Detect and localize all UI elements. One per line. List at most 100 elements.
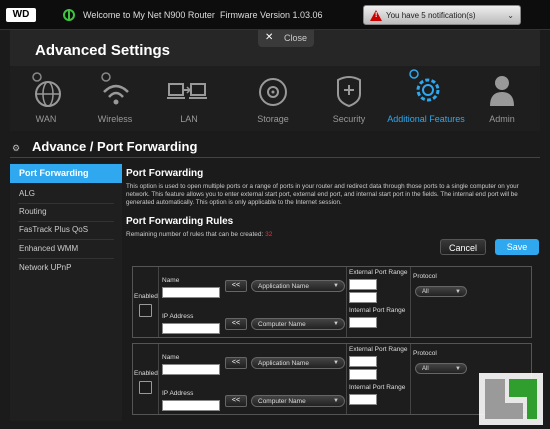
chevron-down-icon: ▼ — [455, 366, 461, 372]
computer-name-select[interactable]: Computer Name ▼ — [251, 395, 345, 407]
section-title: Advance / Port Forwarding — [32, 139, 198, 154]
chevron-down-icon: ▼ — [333, 360, 339, 366]
internal-start-port-field[interactable] — [349, 317, 377, 328]
select-value: Application Name — [258, 283, 309, 290]
nav-wireless[interactable]: Wireless — [79, 66, 151, 131]
sidebar-item-routing[interactable]: Routing — [10, 202, 122, 221]
nav-additional-features[interactable]: Additional Features — [387, 66, 465, 131]
external-end-port-field[interactable] — [349, 292, 377, 303]
select-value: Computer Name — [258, 321, 306, 328]
sidebar: Port Forwarding ALG Routing FasTrack Plu… — [10, 163, 129, 421]
application-name-select[interactable]: Application Name ▼ — [251, 280, 345, 292]
wifi-icon — [101, 72, 129, 105]
external-port-range-label: External Port Range — [349, 269, 408, 276]
ip-address-field[interactable] — [162, 323, 220, 334]
select-value: Computer Name — [258, 398, 306, 405]
nav-label: Wireless — [97, 114, 133, 124]
rule-row: Enabled Name IP Address << Application N… — [132, 343, 532, 415]
globe-icon — [32, 72, 61, 107]
divider — [10, 157, 540, 158]
computer-name-select[interactable]: Computer Name ▼ — [251, 318, 345, 330]
notification-dropdown[interactable]: ! You have 5 notification(s) ⌄ — [363, 5, 521, 25]
nav-admin[interactable]: Admin — [466, 66, 538, 131]
sidebar-item-network-upnp[interactable]: Network UPnP — [10, 258, 122, 277]
nav-lan[interactable]: LAN — [153, 66, 225, 131]
enabled-label: Enabled — [134, 293, 158, 300]
enabled-checkbox[interactable] — [139, 304, 152, 317]
apply-application-button[interactable]: << — [225, 357, 247, 369]
chevron-down-icon: ▼ — [333, 321, 339, 327]
nav-label: Security — [332, 114, 366, 124]
nav-security[interactable]: Security — [313, 66, 385, 131]
protocol-column: Protocol All ▼ — [410, 267, 470, 337]
external-end-port-field[interactable] — [349, 369, 377, 380]
name-label: Name — [162, 354, 180, 361]
settings-gear-icon: ⚙ — [12, 143, 21, 153]
name-field[interactable] — [162, 287, 220, 298]
chevron-down-icon: ⌄ — [507, 11, 514, 20]
protocol-select[interactable]: All ▼ — [415, 286, 467, 297]
apply-computer-button[interactable]: << — [225, 395, 247, 407]
enabled-checkbox[interactable] — [139, 381, 152, 394]
rule-row: Enabled Name IP Address << Application N… — [132, 266, 532, 338]
enabled-column: Enabled — [133, 344, 159, 414]
notification-text: You have 5 notification(s) — [386, 11, 476, 20]
internal-port-range-label: Internal Port Range — [349, 307, 406, 314]
chevron-down-icon: ▼ — [333, 283, 339, 289]
main-content: Port Forwarding This option is used to o… — [122, 163, 540, 421]
close-label: Close — [284, 33, 308, 43]
external-start-port-field[interactable] — [349, 356, 377, 367]
nav-label: Additional Features — [387, 114, 465, 124]
sidebar-item-fastrack-qos[interactable]: FasTrack Plus QoS — [10, 220, 122, 239]
protocol-label: Protocol — [413, 350, 437, 357]
enabled-column: Enabled — [133, 267, 159, 337]
protocol-select[interactable]: All ▼ — [415, 363, 467, 374]
warning-icon: ! — [370, 10, 382, 21]
name-label: Name — [162, 277, 180, 284]
sidebar-item-port-forwarding[interactable]: Port Forwarding — [10, 164, 129, 183]
close-button[interactable]: ✕ Close — [258, 30, 314, 47]
save-button[interactable]: Save — [495, 239, 539, 255]
external-start-port-field[interactable] — [349, 279, 377, 290]
apply-application-button[interactable]: << — [225, 280, 247, 292]
nav-wan[interactable]: WAN — [10, 66, 82, 131]
section-header: ⚙ Advance / Port Forwarding — [10, 138, 540, 156]
user-icon — [490, 76, 514, 106]
wd-logo: WD — [6, 8, 36, 22]
close-icon: ✕ — [265, 32, 274, 43]
external-port-range-label: External Port Range — [349, 346, 408, 353]
sidebar-item-enhanced-wmm[interactable]: Enhanced WMM — [10, 239, 122, 258]
remaining-label: Remaining number of rules that can be cr… — [126, 231, 264, 238]
ip-label: IP Address — [162, 390, 194, 397]
application-name-select[interactable]: Application Name ▼ — [251, 357, 345, 369]
content-title: Port Forwarding — [126, 168, 204, 179]
shield-icon — [337, 76, 361, 108]
nav-label: Admin — [489, 114, 515, 124]
welcome-text: Welcome to My Net N900 Router — [83, 10, 215, 20]
ip-address-field[interactable] — [162, 400, 220, 411]
port-range-column: External Port Range Internal Port Range — [346, 267, 408, 337]
enabled-label: Enabled — [134, 370, 158, 377]
select-value: All — [422, 289, 429, 295]
sidebar-item-alg[interactable]: ALG — [10, 184, 122, 203]
chevron-down-icon: ▼ — [455, 289, 461, 295]
firmware-version: Firmware Version 1.03.06 — [220, 10, 323, 20]
name-field[interactable] — [162, 364, 220, 375]
main-nav: WAN Wireless LAN Storage Security Additi… — [10, 66, 540, 131]
internal-start-port-field[interactable] — [349, 394, 377, 405]
select-value: Application Name — [258, 360, 309, 367]
nav-storage[interactable]: Storage — [237, 66, 309, 131]
chevron-down-icon: ▼ — [333, 398, 339, 404]
apply-computer-button[interactable]: << — [225, 318, 247, 330]
cancel-button[interactable]: Cancel — [440, 239, 486, 255]
nav-label: LAN — [180, 114, 198, 124]
lan-icon — [167, 83, 207, 99]
remaining-rules-text: Remaining number of rules that can be cr… — [126, 231, 272, 238]
header: Advanced Settings ✕ Close — [10, 30, 540, 66]
rules-title: Port Forwarding Rules — [126, 216, 234, 227]
internal-port-range-label: Internal Port Range — [349, 384, 406, 391]
watermark-logo — [479, 373, 543, 425]
ip-label: IP Address — [162, 313, 194, 320]
nav-label: WAN — [35, 114, 57, 124]
port-range-column: External Port Range Internal Port Range — [346, 344, 408, 414]
